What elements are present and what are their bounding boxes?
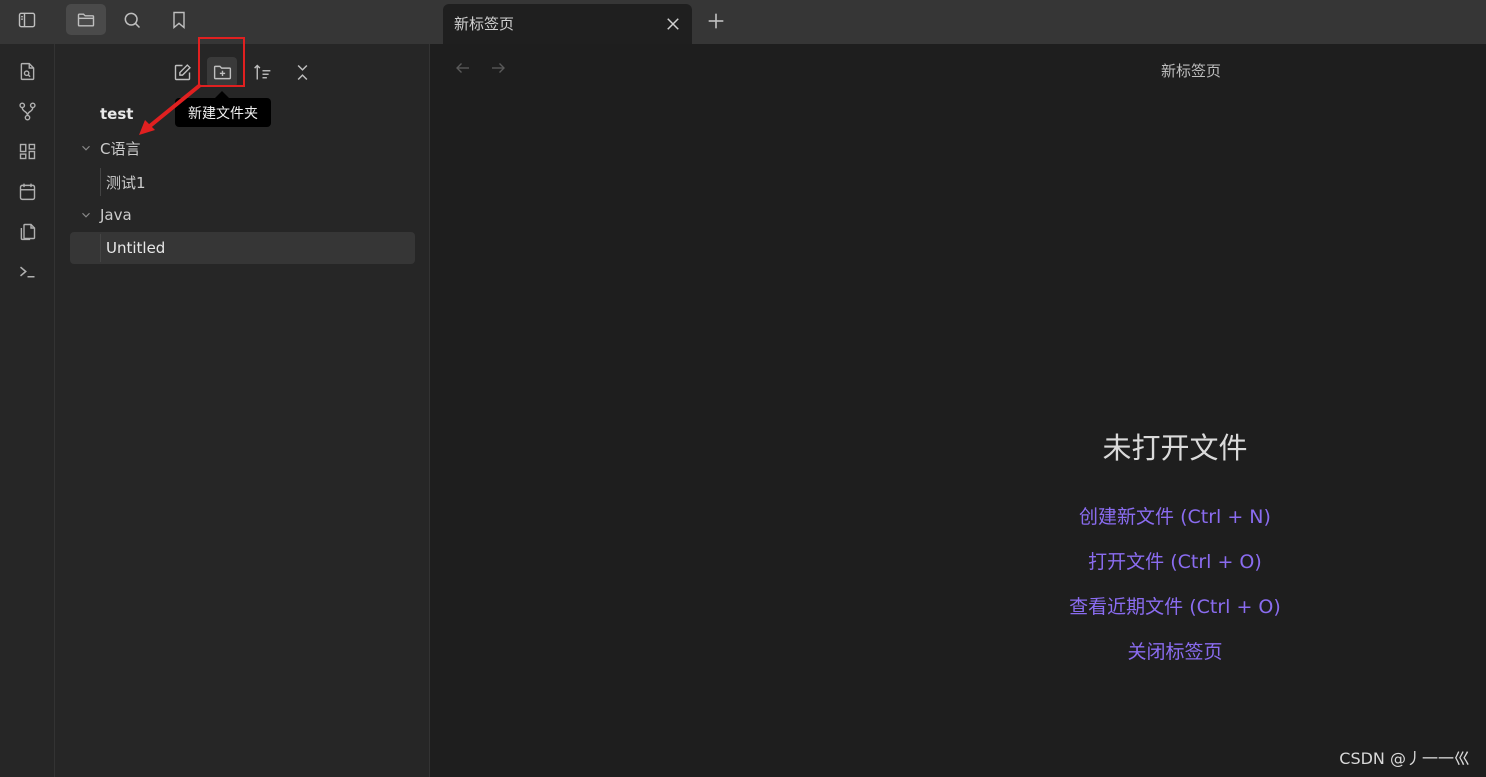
empty-state-title: 未打开文件 [1102,431,1248,465]
file-explorer: 新建文件夹 test C语言 测试1 Java Untitled [55,37,430,777]
chevron-down-icon [76,138,96,158]
ribbon [0,44,55,777]
highlight-box [198,37,245,87]
tab-new-tab[interactable]: 新标签页 [443,4,692,44]
chevron-down-icon [76,205,96,225]
app-window: 新标签页 新建文件夹 test C语言 测试1 Java Untitled 新标… [0,0,1486,777]
sort-icon[interactable] [247,57,277,87]
bookmark-icon[interactable] [159,4,199,35]
tree-file-test1[interactable]: 测试1 [70,166,415,198]
tree-item-label: C语言 [100,139,141,158]
tree-file-untitled[interactable]: Untitled [70,232,415,264]
create-new-file-link[interactable]: 创建新文件 (Ctrl + N) [975,502,1375,529]
tooltip-arrow [215,91,229,98]
recent-files-link[interactable]: 查看近期文件 (Ctrl + O) [975,592,1375,619]
indent-guide [100,168,101,196]
view-header-title: 新标签页 [1161,62,1222,80]
copy-icon[interactable] [15,219,39,243]
arrow-right-icon[interactable] [487,57,509,79]
vault-name: test [100,105,134,123]
tree-item-label: Java [100,206,132,224]
editor-area: 新标签页 未打开文件 创建新文件 (Ctrl + N) 打开文件 (Ctrl +… [430,44,1486,777]
tree-folder-c[interactable]: C语言 [70,132,415,164]
collapse-icon[interactable] [287,57,317,87]
arrow-left-icon[interactable] [452,57,474,79]
graph-icon[interactable] [15,99,39,123]
tree-folder-java[interactable]: Java [70,199,415,231]
calendar-icon[interactable] [15,179,39,203]
tree-item-label: 测试1 [106,173,146,192]
plus-icon[interactable] [704,9,728,33]
open-file-link[interactable]: 打开文件 (Ctrl + O) [975,547,1375,574]
close-tab-link[interactable]: 关闭标签页 [975,637,1375,664]
sidebar-toggle-icon[interactable] [7,4,47,35]
tab-title: 新标签页 [454,15,515,33]
layout-icon[interactable] [15,139,39,163]
watermark: CSDN @丿一一巛 [1339,749,1470,768]
indent-guide [100,234,101,262]
file-search-icon[interactable] [15,59,39,83]
close-icon[interactable] [664,15,682,33]
tree-item-label: Untitled [106,239,166,257]
search-icon[interactable] [112,4,152,35]
folder-icon[interactable] [66,4,106,35]
terminal-icon[interactable] [15,259,39,283]
